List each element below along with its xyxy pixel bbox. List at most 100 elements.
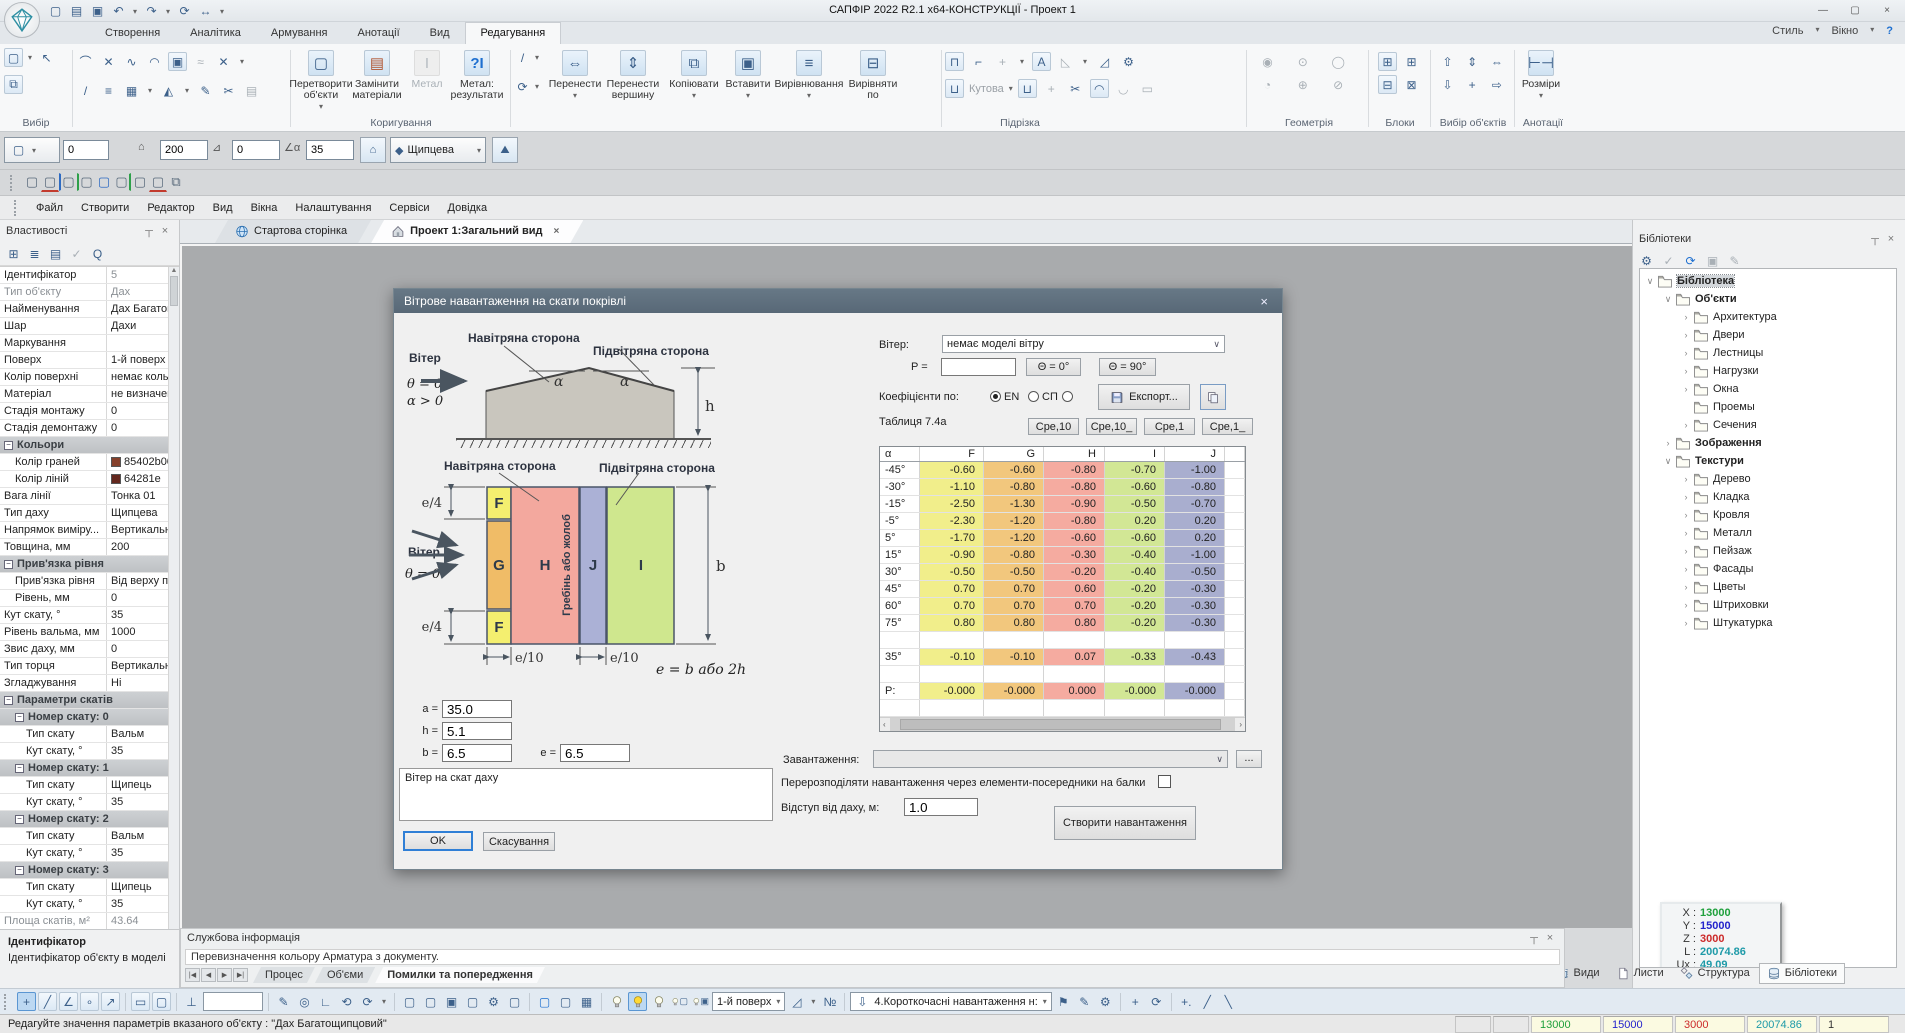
corner-join-icon[interactable]: ⌐: [969, 52, 988, 71]
measure-icon[interactable]: ╱: [1198, 992, 1217, 1011]
target-icon[interactable]: ◎: [295, 992, 314, 1011]
property-row[interactable]: −Матеріал не визначений: [0, 386, 179, 403]
collapse-icon[interactable]: −: [15, 815, 24, 824]
tab-start-page[interactable]: Стартова сторінка: [215, 220, 371, 243]
e-input[interactable]: [560, 744, 630, 762]
ribbon-tab[interactable]: Вид: [415, 23, 465, 44]
extend-down-icon[interactable]: ⊔: [945, 79, 964, 98]
table-row[interactable]: 60°0.700.700.70-0.20-0.30: [880, 598, 1245, 615]
b-input[interactable]: [442, 744, 512, 762]
theta-0-button[interactable]: Θ = 0°: [1026, 358, 1081, 376]
selection-mode-combo[interactable]: ▢▾: [4, 137, 60, 163]
tree-item[interactable]: › Сечения: [1640, 416, 1896, 434]
info-tab[interactable]: Об'єми: [315, 967, 375, 983]
level-input[interactable]: [232, 140, 280, 160]
collapse-icon[interactable]: −: [15, 866, 24, 875]
align-button[interactable]: ≡Вирівнювання▾: [773, 48, 845, 101]
slope-trim-icon[interactable]: ◺: [1056, 52, 1075, 71]
corner-trim-button[interactable]: Кутова: [969, 83, 1004, 95]
pick-cross-icon[interactable]: +: [1463, 75, 1482, 94]
ribbon-tab[interactable]: Створення: [90, 23, 175, 44]
toolbar-grip[interactable]: [14, 200, 19, 216]
table-row[interactable]: [880, 700, 1245, 717]
collapse-icon[interactable]: −: [15, 764, 24, 773]
view-cube-4-icon[interactable]: ▢: [463, 992, 482, 1011]
expand-arrow-icon[interactable]: ∨: [1662, 456, 1674, 467]
property-row[interactable]: −Тип торця Вертикально: [0, 658, 179, 675]
toolbar-grip[interactable]: [4, 994, 9, 1010]
slope-view-icon[interactable]: ◿: [787, 992, 806, 1011]
rename-icon[interactable]: A: [1032, 52, 1051, 71]
convert-objects-button[interactable]: ▢Перетворити об'єкти▾: [293, 48, 349, 112]
combine-icon[interactable]: ⊕: [1293, 75, 1312, 94]
create-block-icon[interactable]: ⊞: [1378, 52, 1397, 71]
paste-button[interactable]: ▣Вставити▾: [723, 48, 773, 101]
sync-icon[interactable]: ⟳: [175, 2, 194, 21]
property-row[interactable]: −Номер скату: 1: [0, 760, 179, 777]
snap-grid-icon[interactable]: +: [17, 992, 36, 1011]
metal-results-button[interactable]: ?IМетал: результати: [449, 48, 505, 101]
property-row[interactable]: −Тип скату Вальм: [0, 726, 179, 743]
property-row[interactable]: −Кут скату, ° 35: [0, 794, 179, 811]
tree-item[interactable]: Проемы: [1640, 398, 1896, 416]
property-row[interactable]: −Кольори: [0, 437, 179, 454]
ribbon-tab[interactable]: Аналітика: [175, 23, 256, 44]
property-row[interactable]: −Найменування Дах Багатощ...: [0, 301, 179, 318]
close-icon[interactable]: ×: [157, 225, 173, 237]
property-row[interactable]: −Тип об'єкту Дах: [0, 284, 179, 301]
expand-arrow-icon[interactable]: ∨: [1662, 294, 1674, 305]
expand-arrow-icon[interactable]: ›: [1680, 600, 1692, 610]
property-row[interactable]: −Площа скатів, м² 43.64: [0, 913, 179, 929]
property-row[interactable]: −Вага лінії Тонка 01: [0, 488, 179, 505]
extend-up-icon[interactable]: ⊓: [945, 52, 964, 71]
align-to-button[interactable]: ⊟Вирівняти по: [845, 48, 901, 101]
copy-table-button[interactable]: [1200, 384, 1226, 410]
snap-cross-icon[interactable]: ✕: [99, 52, 118, 71]
comment-box[interactable]: Вітер на скат даху: [399, 768, 773, 821]
property-row[interactable]: −Тип скату Вальм: [0, 828, 179, 845]
tree-item[interactable]: ∨ Бібліотека: [1640, 272, 1896, 290]
menu-item[interactable]: Налаштування: [286, 200, 380, 216]
ok-button[interactable]: OK: [403, 831, 473, 851]
pick-up-icon[interactable]: ⇧: [1438, 52, 1457, 71]
tree-item[interactable]: › Зображення: [1640, 434, 1896, 452]
dropdown-icon[interactable]: ▾: [1017, 52, 1027, 71]
bed-icon[interactable]: ▭: [1138, 79, 1157, 98]
collapse-icon[interactable]: −: [4, 441, 13, 450]
view-bottom-red-icon[interactable]: ▢: [149, 174, 167, 192]
open-icon[interactable]: ▤: [67, 2, 86, 21]
view-plain-icon[interactable]: ▢: [131, 173, 149, 191]
close-icon[interactable]: ×: [1542, 932, 1558, 944]
ruler-icon[interactable]: ↔: [196, 2, 215, 21]
tree-item[interactable]: › Двери: [1640, 326, 1896, 344]
property-row[interactable]: −Напрямок виміру... Вертикально: [0, 522, 179, 539]
create-load-button[interactable]: Створити навантаження: [1054, 806, 1196, 840]
cpe-button[interactable]: Cpe,10: [1028, 418, 1079, 435]
table-row[interactable]: -45°-0.60-0.60-0.80-0.70-1.00: [880, 462, 1245, 479]
table-row[interactable]: 35°-0.10-0.100.07-0.33-0.43: [880, 649, 1245, 666]
tree-item[interactable]: › Штриховки: [1640, 596, 1896, 614]
tree-item[interactable]: › Кровля: [1640, 506, 1896, 524]
load-case-icon[interactable]: №: [820, 992, 839, 1011]
dropdown-icon[interactable]: ▾: [237, 52, 247, 71]
close-icon[interactable]: ×: [1883, 233, 1899, 245]
pin-icon[interactable]: ┬: [1867, 233, 1883, 245]
eyedropper-icon[interactable]: ✎: [196, 81, 215, 100]
snap-segment-icon[interactable]: ↗: [101, 992, 120, 1011]
expand-arrow-icon[interactable]: ›: [1680, 510, 1692, 520]
expand-arrow-icon[interactable]: ›: [1680, 474, 1692, 484]
pick-down-icon[interactable]: ⇩: [1438, 75, 1457, 94]
menu-item[interactable]: Довідка: [439, 200, 497, 216]
menu-item[interactable]: Редактор: [138, 200, 203, 216]
view-cube-5-icon[interactable]: ⚙: [484, 992, 503, 1011]
close-tab-icon[interactable]: ×: [554, 220, 560, 243]
union-icon[interactable]: ◉: [1258, 52, 1277, 71]
quick-value-input[interactable]: [203, 992, 263, 1011]
view-frame-blue-icon[interactable]: ▢: [95, 173, 113, 191]
property-row[interactable]: −Рівень, мм 0: [0, 590, 179, 607]
tree-item[interactable]: ∨ Об'єкти: [1640, 290, 1896, 308]
light-on-icon[interactable]: [628, 992, 647, 1011]
load-more-button[interactable]: ...: [1236, 750, 1262, 768]
load-combo[interactable]: ∨: [873, 750, 1228, 768]
panel-tab[interactable]: Листи: [1609, 964, 1671, 983]
